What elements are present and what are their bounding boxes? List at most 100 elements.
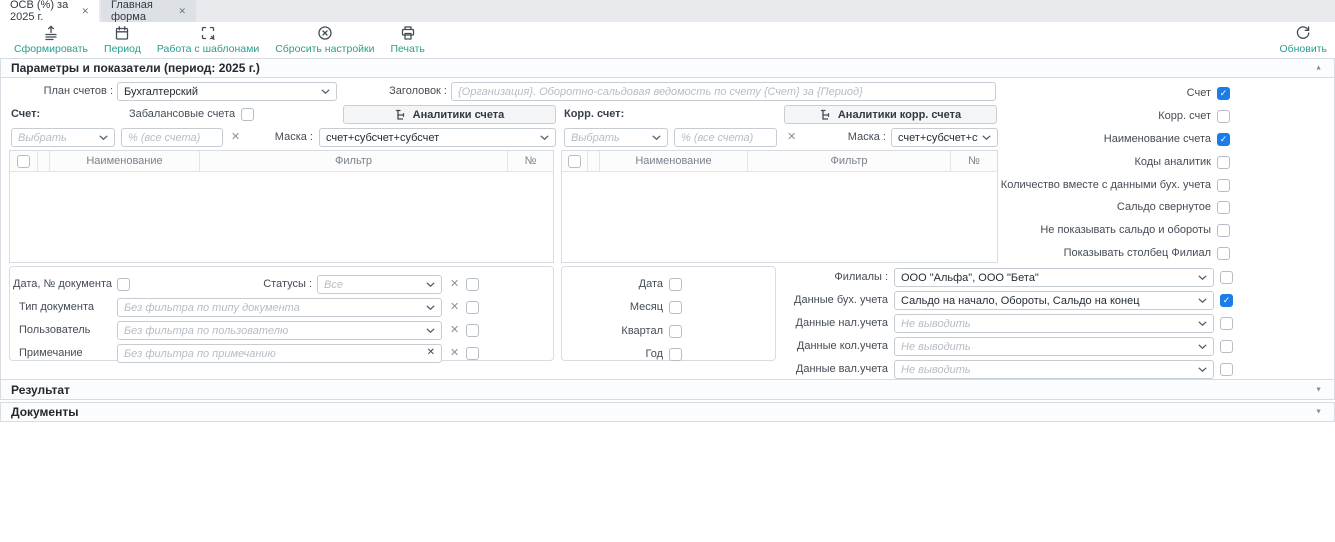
printer-icon (400, 25, 416, 41)
header-label: Заголовок : (381, 82, 447, 101)
period-button[interactable]: Период (104, 25, 141, 55)
option-account: Счет (1187, 84, 1230, 103)
note-checkbox[interactable] (466, 347, 479, 360)
quantity-checkbox[interactable] (1217, 179, 1230, 192)
name-column-header[interactable]: Наименование (50, 151, 200, 171)
params-section-header[interactable]: Параметры и показатели (период: 2025 г.)… (0, 58, 1335, 78)
chevron-down-icon (540, 135, 549, 140)
reset-settings-button[interactable]: Сбросить настройки (275, 25, 374, 55)
period-month-checkbox[interactable] (669, 301, 682, 314)
report-title-input[interactable] (451, 82, 996, 101)
number-column-header[interactable]: № (508, 151, 553, 171)
account-name-checkbox[interactable] (1217, 133, 1230, 146)
tab-main-form[interactable]: Главная форма ✕ (101, 0, 196, 22)
tax-data-label: Данные нал.учета (761, 314, 888, 333)
analytics-codes-checkbox[interactable] (1217, 156, 1230, 169)
result-section-header[interactable]: Результат ▼ (0, 379, 1335, 400)
corr-account-label: Корр. счет: (564, 105, 624, 124)
tab-label: Главная форма (111, 0, 170, 23)
clear-corr-account-icon[interactable]: ✕ (787, 128, 796, 147)
corr-account-analytics-button[interactable]: Аналитики корр. счета (784, 105, 997, 124)
collapse-up-icon[interactable]: ▲ (1315, 65, 1322, 72)
filter-column-header[interactable]: Фильтр (748, 151, 951, 171)
note-input[interactable] (117, 344, 442, 363)
quantity-data-select[interactable]: Не выводить (894, 337, 1214, 356)
templates-button[interactable]: Работа с шаблонами (157, 25, 259, 55)
branches-select[interactable]: ООО "Альфа", ООО "Бета" (894, 268, 1214, 287)
account-mask-input[interactable] (121, 128, 223, 147)
chevron-down-icon (426, 282, 435, 287)
select-all-cell (10, 151, 38, 171)
tab-osv-2025[interactable]: ОСВ (%) за 2025 г. ✕ (0, 0, 99, 22)
corr-account-checkbox[interactable] (1217, 110, 1230, 123)
refresh-button[interactable]: Обновить (1279, 25, 1327, 55)
chart-of-accounts-select[interactable]: Бухгалтерский (117, 82, 337, 101)
collapse-down-icon[interactable]: ▼ (1315, 386, 1322, 393)
period-year-group: Год (562, 345, 682, 364)
currency-data-checkbox[interactable] (1220, 363, 1233, 376)
collapse-down-icon[interactable]: ▼ (1315, 409, 1322, 416)
documents-section-title: Документы (11, 405, 78, 419)
main-panel: Параметры и показатели (период: 2025 г.)… (0, 58, 1335, 422)
clear-account-icon[interactable]: ✕ (231, 128, 240, 147)
quantity-data-checkbox[interactable] (1220, 340, 1233, 353)
corr-mask-select[interactable]: счет+субсчет+субс (891, 128, 998, 147)
period-quarter-checkbox[interactable] (669, 325, 682, 338)
chevron-down-icon (1198, 298, 1207, 303)
period-year-checkbox[interactable] (669, 348, 682, 361)
clear-doc-type-icon[interactable]: ✕ (450, 298, 459, 317)
quantity-data-label: Данные кол.учета (761, 337, 888, 356)
filter-column-header[interactable]: Фильтр (200, 151, 508, 171)
corr-account-mask-input[interactable] (674, 128, 777, 147)
select-all-cell (562, 151, 588, 171)
clear-note-icon[interactable]: ✕ (450, 344, 459, 363)
account-analytics-button[interactable]: Аналитики счета (343, 105, 556, 124)
currency-data-select[interactable]: Не выводить (894, 360, 1214, 379)
mask-select[interactable]: счет+субсчет+субсчет (319, 128, 556, 147)
branch-column-checkbox[interactable] (1217, 247, 1230, 260)
template-frame-icon (200, 25, 216, 41)
hide-balance-checkbox[interactable] (1217, 224, 1230, 237)
statuses-checkbox[interactable] (466, 278, 479, 291)
user-checkbox[interactable] (466, 324, 479, 337)
clear-statuses-icon[interactable]: ✕ (450, 275, 459, 294)
close-icon[interactable]: ✕ (178, 6, 186, 17)
statuses-select[interactable]: Все (317, 275, 442, 294)
chevron-down-icon (426, 328, 435, 333)
result-section-title: Результат (11, 383, 70, 397)
print-button[interactable]: Печать (391, 25, 425, 55)
user-select[interactable]: Без фильтра по пользователю (117, 321, 442, 340)
generate-button[interactable]: Сформировать (14, 25, 88, 55)
chevron-down-icon (1198, 367, 1207, 372)
corr-accounts-table-body[interactable] (562, 172, 997, 262)
params-section-title: Параметры и показатели (период: 2025 г.) (11, 61, 260, 75)
tax-data-checkbox[interactable] (1220, 317, 1233, 330)
date-number-group: Дата, № документа (18, 275, 130, 294)
clear-user-icon[interactable]: ✕ (450, 321, 459, 340)
doc-type-select[interactable]: Без фильтра по типу документа (117, 298, 442, 317)
corr-account-select[interactable]: Выбрать (564, 128, 668, 147)
collapsed-balance-checkbox[interactable] (1217, 201, 1230, 214)
clear-note-inline-icon[interactable]: ✕ (427, 347, 435, 358)
documents-section-header[interactable]: Документы ▼ (0, 402, 1335, 422)
account-select[interactable]: Выбрать (11, 128, 115, 147)
number-column-header[interactable]: № (951, 151, 997, 171)
account-checkbox[interactable] (1217, 87, 1230, 100)
period-date-checkbox[interactable] (669, 278, 682, 291)
accounting-data-checkbox[interactable] (1220, 294, 1233, 307)
chevron-down-icon (1198, 321, 1207, 326)
accounts-table-body[interactable] (10, 172, 553, 262)
doc-type-checkbox[interactable] (466, 301, 479, 314)
close-icon[interactable]: ✕ (81, 6, 89, 17)
accounting-data-label: Данные бух. учета (761, 291, 888, 310)
name-column-header[interactable]: Наименование (600, 151, 748, 171)
calendar-icon (114, 25, 130, 41)
period-date-group: Дата (562, 275, 682, 294)
date-number-checkbox[interactable] (117, 278, 130, 291)
tax-data-select[interactable]: Не выводить (894, 314, 1214, 333)
select-all-checkbox[interactable] (17, 155, 30, 168)
select-all-checkbox[interactable] (568, 155, 581, 168)
offbalance-checkbox[interactable] (241, 108, 254, 121)
branches-checkbox[interactable] (1220, 271, 1233, 284)
accounting-data-select[interactable]: Сальдо на начало, Обороты, Сальдо на кон… (894, 291, 1214, 310)
